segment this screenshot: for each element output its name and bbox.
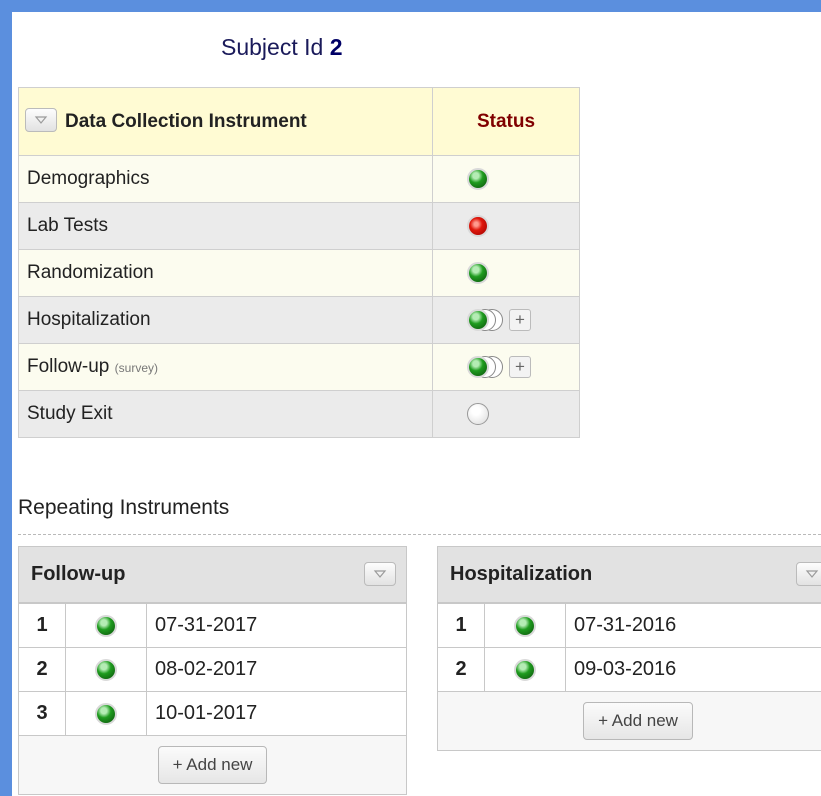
instance-row: 1 07-31-2016 (438, 603, 821, 648)
instance-number: 2 (438, 647, 485, 692)
panel-header: Follow-up (19, 547, 406, 603)
instrument-name-cell: Study Exit (18, 390, 433, 438)
hospitalization-instances-table: 1 07-31-2016 2 09-03-2016 (438, 603, 821, 692)
repeating-instruments-title: Repeating Instruments (18, 496, 230, 519)
instance-status-cell (484, 647, 566, 692)
instrument-name-cell: Hospitalization (18, 296, 433, 344)
instrument-name: Demographics (27, 168, 150, 189)
instance-date: 07-31-2016 (565, 603, 821, 648)
instrument-column-header: Data Collection Instrument (18, 87, 433, 156)
subject-id-value: 2 (329, 34, 343, 60)
record-home-page: Subject Id 2 Data Collection Instrument … (12, 12, 821, 796)
green-dot-icon[interactable] (95, 702, 117, 725)
instrument-name-cell: Randomization (18, 249, 433, 297)
instrument-row: Study Exit (18, 390, 580, 438)
instance-status-cell (65, 691, 147, 736)
table-header-row: Data Collection Instrument Status (18, 87, 580, 156)
instrument-row: Hospitalization + (18, 296, 580, 344)
triangle-down-icon (34, 115, 48, 124)
instrument-name: Follow-up (27, 356, 110, 377)
triangle-down-icon (373, 570, 387, 578)
instance-row: 2 08-02-2017 (19, 647, 406, 692)
instance-date: 07-31-2017 (146, 603, 406, 648)
instance-row: 3 10-01-2017 (19, 691, 406, 736)
instrument-name: Hospitalization (27, 309, 151, 330)
status-cell: + (432, 296, 580, 344)
status-cell: + (432, 343, 580, 391)
stacked-dots-icon[interactable] (467, 355, 503, 378)
followup-repeating-panel: Follow-up 1 07-31-2017 2 08-02-2017 3 10-01-2… (18, 546, 407, 795)
instrument-sublabel: (survey) (114, 361, 158, 375)
instance-number: 3 (19, 691, 66, 736)
instance-row: 2 09-03-2016 (438, 647, 821, 692)
instance-date: 08-02-2017 (146, 647, 406, 692)
green-dot-icon[interactable] (95, 658, 117, 681)
panel-header: Hospitalization (438, 547, 821, 603)
instrument-row: Randomization (18, 249, 580, 297)
status-cell (432, 155, 580, 203)
collapse-table-button[interactable] (25, 107, 57, 132)
subject-id-label: Subject Id (221, 34, 324, 60)
instance-number: 2 (19, 647, 66, 692)
subject-id-heading: Subject Id 2 (221, 34, 342, 61)
green-dot-icon[interactable] (467, 167, 489, 190)
instance-number: 1 (19, 603, 66, 648)
instrument-row: Follow-up (survey) + (18, 343, 580, 391)
collapse-panel-button[interactable] (796, 562, 821, 586)
hospitalization-repeating-panel: Hospitalization 1 07-31-2016 2 09-03-2016 +… (437, 546, 821, 751)
instrument-name: Study Exit (27, 403, 113, 424)
green-dot-icon[interactable] (514, 658, 536, 681)
green-dot-icon[interactable] (514, 614, 536, 637)
add-new-hospitalization-button[interactable]: + Add new (583, 702, 693, 740)
green-dot-icon[interactable] (467, 355, 489, 378)
instrument-name-cell: Follow-up (survey) (18, 343, 433, 391)
gray-dot-icon[interactable] (467, 402, 489, 425)
collapse-panel-button[interactable] (364, 562, 396, 586)
instance-row: 1 07-31-2017 (19, 603, 406, 648)
add-row: + Add new (19, 736, 406, 794)
instance-date: 09-03-2016 (565, 647, 821, 692)
panel-title: Follow-up (31, 563, 126, 585)
instance-status-cell (484, 603, 566, 648)
red-dot-icon[interactable] (467, 214, 489, 237)
instance-date: 10-01-2017 (146, 691, 406, 736)
add-instance-button[interactable]: + (509, 355, 531, 378)
green-dot-icon[interactable] (95, 614, 117, 637)
status-cell (432, 202, 580, 250)
instrument-row: Lab Tests (18, 202, 580, 250)
green-dot-icon[interactable] (467, 261, 489, 284)
status-column-header: Status (432, 87, 580, 156)
instance-status-cell (65, 647, 147, 692)
instrument-rows: Demographics Lab Tests Randomization Hospit… (18, 155, 580, 438)
section-divider (18, 534, 821, 535)
instrument-name-cell: Demographics (18, 155, 433, 203)
status-cell (432, 249, 580, 297)
add-instance-button[interactable]: + (509, 308, 531, 331)
instrument-row: Demographics (18, 155, 580, 203)
stacked-dots-icon[interactable] (467, 308, 503, 331)
followup-instances-table: 1 07-31-2017 2 08-02-2017 3 10-01-2017 (19, 603, 406, 736)
instance-status-cell (65, 603, 147, 648)
status-cell (432, 390, 580, 438)
triangle-down-icon (805, 570, 819, 578)
instrument-name-cell: Lab Tests (18, 202, 433, 250)
instrument-name: Lab Tests (27, 215, 108, 236)
green-dot-icon[interactable] (467, 308, 489, 331)
instrument-name: Randomization (27, 262, 154, 283)
instance-number: 1 (438, 603, 485, 648)
add-row: + Add new (438, 692, 821, 750)
instrument-header-label: Data Collection Instrument (65, 110, 307, 132)
add-new-followup-button[interactable]: + Add new (157, 746, 268, 784)
panel-title: Hospitalization (450, 563, 593, 585)
instrument-status-table: Data Collection Instrument Status Demogr… (18, 87, 580, 438)
